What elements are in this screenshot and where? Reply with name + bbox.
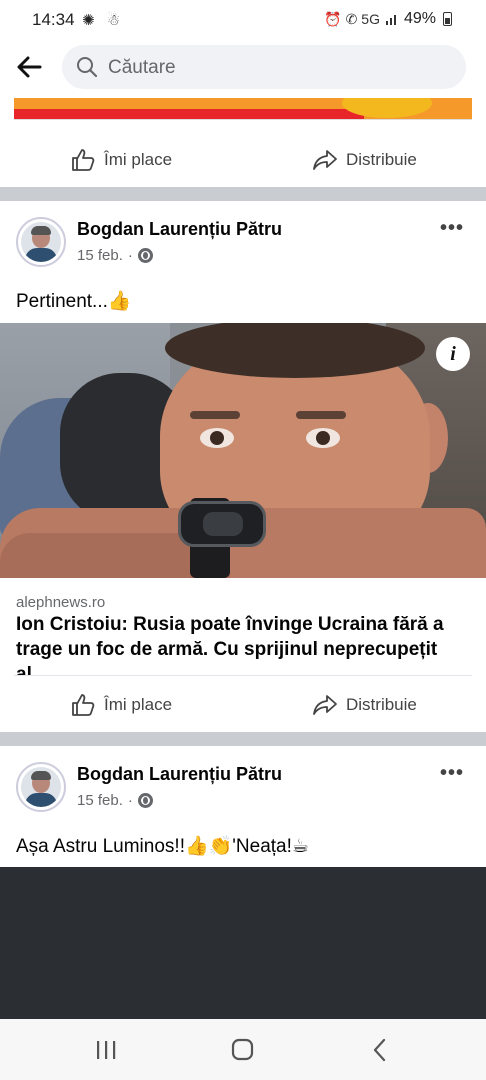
search-header: Căutare [0,40,486,98]
link-preview-image[interactable]: i [0,323,486,578]
system-nav-bar [0,1019,486,1080]
status-time: 14:34 [32,10,75,29]
system-icons: ⏰ ✆ 5G [324,10,380,27]
share-button[interactable]: Distribuie [312,147,417,173]
signal-icon [385,15,396,25]
share-button[interactable]: Distribuie [312,692,417,718]
notification-icons: ✺ ☃ [82,12,125,29]
share-label: Distribuie [346,695,417,714]
cropped-image [14,98,472,120]
post-separator [0,732,486,746]
post-separator [0,187,486,201]
post-author[interactable]: Bogdan Laurențiu Pătru [77,219,282,240]
post-text: Pertinent...👍 [16,291,132,312]
nav-back-icon[interactable] [360,1037,400,1063]
post-2-image[interactable] [0,867,486,1019]
post-text: Așa Astru Luminos!!👍👏'Neața!☕ [16,836,309,857]
battery-icon [443,12,452,26]
meta-dot: · [127,247,133,264]
like-button[interactable]: Îmi place [70,692,172,718]
search-icon [77,57,98,78]
battery-percent: 49% [403,10,436,27]
post-date[interactable]: 15 feb. [77,247,123,264]
recent-apps-icon[interactable] [86,1037,126,1063]
globe-icon [137,793,153,808]
more-options-icon[interactable]: ••• [440,762,464,785]
post-2: Bogdan Laurențiu Pătru 15 feb. · ••• Așa… [0,746,486,867]
post-1: Bogdan Laurențiu Pătru 15 feb. · ••• Per… [0,201,486,323]
back-arrow-icon[interactable] [14,52,48,86]
share-arrow-icon [313,695,337,715]
like-label: Îmi place [104,695,173,714]
more-options-icon[interactable]: ••• [440,217,464,240]
like-button[interactable]: Îmi place [70,147,172,173]
link-domain: alephnews.ro [16,594,106,611]
status-right: ⏰ ✆ 5G 49% [324,10,452,28]
home-icon[interactable] [223,1037,263,1063]
post-1-actions: Îmi place Distribuie [0,676,486,732]
globe-icon [137,248,153,263]
previous-post-image [0,98,486,128]
search-input[interactable]: Căutare [62,45,466,89]
previous-post-actions: Îmi place Distribuie [0,131,486,187]
avatar[interactable] [16,762,66,812]
share-arrow-icon [313,150,337,170]
share-label: Distribuie [346,150,417,169]
meta-dot: · [127,792,133,809]
post-meta: 15 feb. · [77,247,153,264]
avatar[interactable] [16,217,66,267]
search-placeholder: Căutare [108,57,176,78]
post-date[interactable]: 15 feb. [77,792,123,809]
post-author[interactable]: Bogdan Laurențiu Pătru [77,764,282,785]
thumbs-up-icon [72,694,95,716]
post-meta: 15 feb. · [77,792,153,809]
like-label: Îmi place [104,150,173,169]
info-icon[interactable]: i [436,337,470,371]
status-bar: 14:34 ✺ ☃ ⏰ ✆ 5G 49% [0,0,486,40]
thumbs-up-icon [72,149,95,171]
link-preview-meta[interactable]: alephnews.ro Ion Cristoiu: Rusia poate î… [0,578,486,685]
